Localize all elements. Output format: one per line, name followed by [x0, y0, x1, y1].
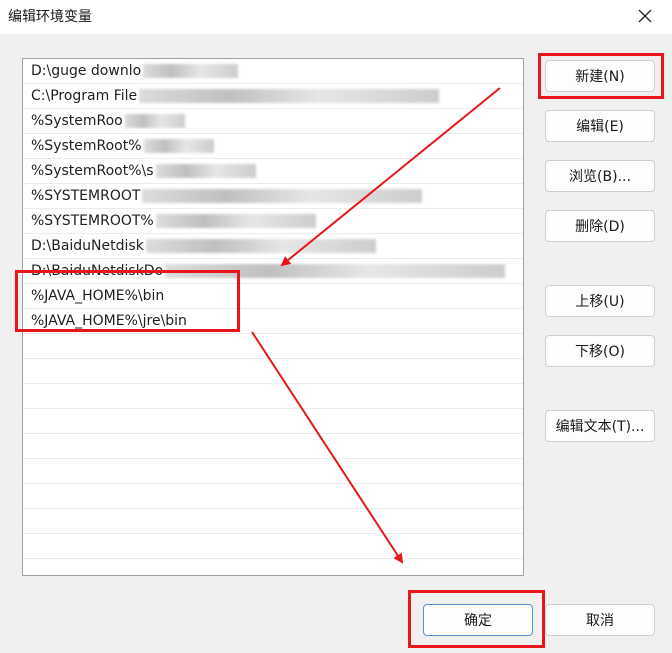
redacted-blur	[124, 114, 185, 128]
move-up-button[interactable]: 上移(U)	[545, 285, 655, 317]
path-text: %SystemRoot%\s	[31, 163, 154, 179]
redacted-blur	[165, 264, 506, 278]
path-text: C:\Program File	[31, 88, 138, 104]
delete-button[interactable]: 删除(D)	[545, 210, 655, 242]
list-item[interactable]	[23, 559, 523, 575]
list-item[interactable]	[23, 509, 523, 534]
path-text: %SYSTEMROOT	[31, 188, 141, 204]
path-text: D:\BaiduNetdiskDo	[31, 263, 164, 279]
list-item[interactable]	[23, 434, 523, 459]
list-item[interactable]	[23, 484, 523, 509]
list-item[interactable]: C:\Program File	[23, 84, 523, 109]
redacted-blur	[143, 64, 239, 78]
path-text: %SystemRoo	[31, 113, 123, 129]
path-text: %JAVA_HOME%\jre\bin	[31, 313, 187, 329]
list-item[interactable]	[23, 334, 523, 359]
close-button[interactable]	[630, 2, 660, 30]
edit-text-button[interactable]: 编辑文本(T)...	[545, 410, 655, 442]
title-bar: 编辑环境变量	[0, 0, 672, 34]
list-item[interactable]	[23, 384, 523, 409]
window-title: 编辑环境变量	[8, 9, 92, 25]
edit-button[interactable]: 编辑(E)	[545, 110, 655, 142]
path-text: %JAVA_HOME%\bin	[31, 288, 165, 304]
list-item[interactable]: %JAVA_HOME%\bin	[23, 284, 523, 309]
list-item[interactable]: %SystemRoot%\s	[23, 159, 523, 184]
path-text: %SystemRoot%	[31, 138, 142, 154]
redacted-blur	[142, 189, 423, 203]
list-item[interactable]	[23, 359, 523, 384]
browse-button[interactable]: 浏览(B)...	[545, 160, 655, 192]
path-text: %SYSTEMROOT%	[31, 213, 154, 229]
list-item[interactable]	[23, 534, 523, 559]
list-item[interactable]: D:\BaiduNetdisk	[23, 234, 523, 259]
list-item[interactable]: %SYSTEMROOT	[23, 184, 523, 209]
redacted-blur	[139, 89, 440, 103]
new-button[interactable]: 新建(N)	[545, 60, 655, 92]
list-item[interactable]: %JAVA_HOME%\jre\bin	[23, 309, 523, 334]
redacted-blur	[155, 214, 316, 228]
redacted-blur	[143, 139, 214, 153]
path-text: D:\guge downlo	[31, 63, 142, 79]
ok-button[interactable]: 确定	[423, 604, 533, 636]
list-item[interactable]: D:\guge downlo	[23, 59, 523, 84]
list-item[interactable]: %SYSTEMROOT%	[23, 209, 523, 234]
cancel-button[interactable]: 取消	[545, 604, 655, 636]
move-down-button[interactable]: 下移(O)	[545, 335, 655, 367]
redacted-blur	[155, 164, 256, 178]
redacted-blur	[145, 239, 376, 253]
path-list[interactable]: D:\guge downlo C:\Program File %SystemRo…	[22, 58, 524, 576]
list-item[interactable]: %SystemRoot%	[23, 134, 523, 159]
list-item[interactable]: D:\BaiduNetdiskDo	[23, 259, 523, 284]
close-icon	[638, 9, 652, 23]
path-text: D:\BaiduNetdisk	[31, 238, 144, 254]
list-item[interactable]: %SystemRoo	[23, 109, 523, 134]
list-item[interactable]	[23, 409, 523, 434]
list-item[interactable]	[23, 459, 523, 484]
